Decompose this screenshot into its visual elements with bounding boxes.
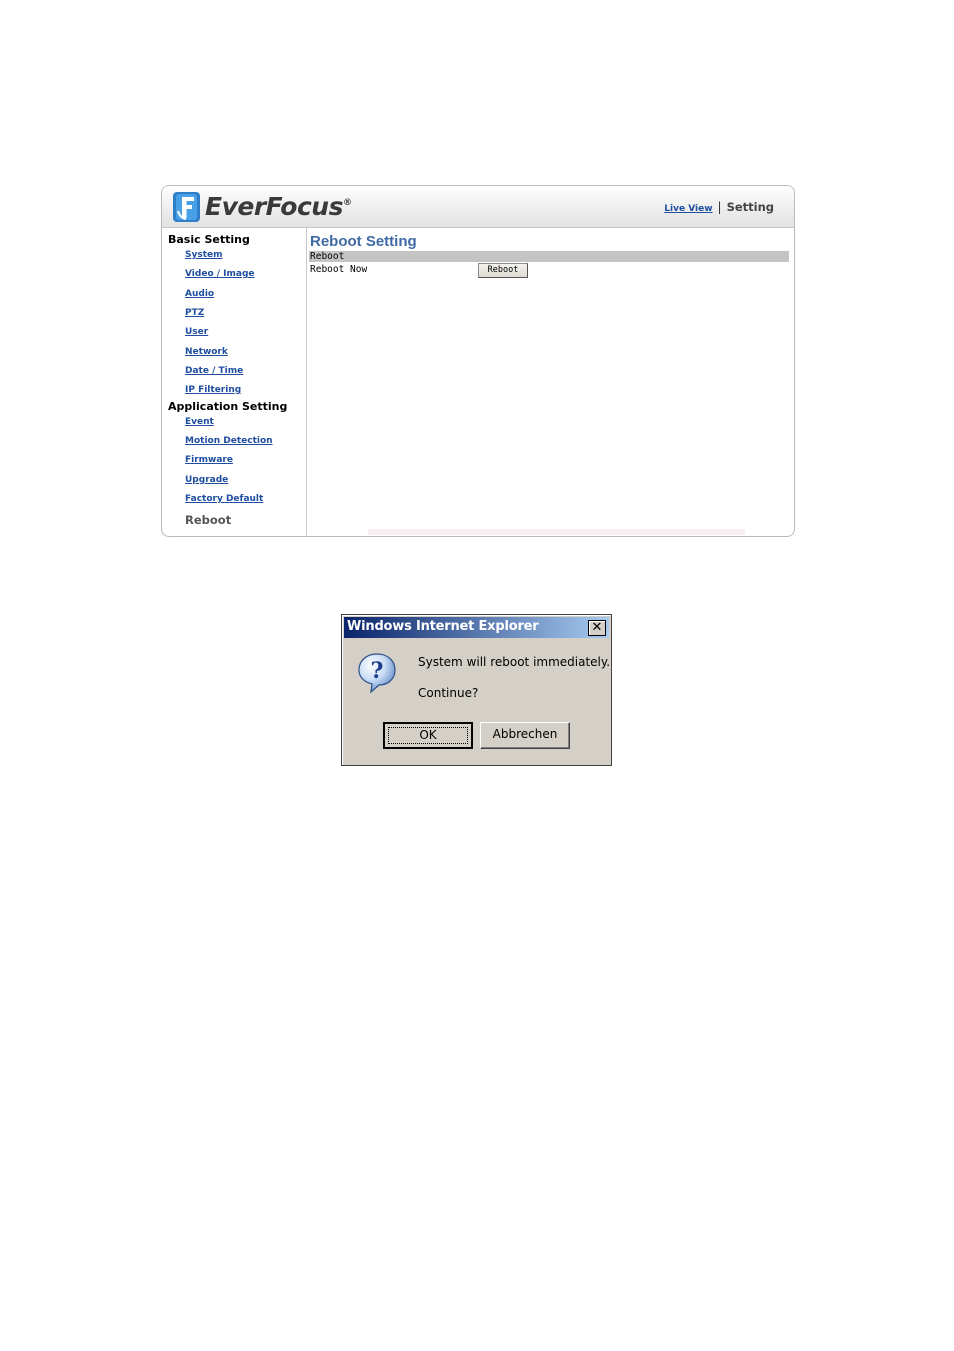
ok-button[interactable]: OK: [383, 722, 473, 749]
nav-separator: |: [717, 200, 722, 214]
main-content: Reboot Setting Reboot Reboot Now Reboot: [308, 228, 794, 536]
sidebar-item-network[interactable]: Network: [185, 347, 228, 357]
dialog-title: Windows Internet Explorer: [347, 619, 539, 634]
cancel-button[interactable]: Abbrechen: [480, 722, 570, 749]
sidebar-item-date-time[interactable]: Date / Time: [185, 366, 243, 376]
sidebar-item-video-image[interactable]: Video / Image: [185, 269, 255, 279]
header-bar: EverFocus® Live View | Setting: [162, 186, 794, 228]
top-nav: Live View | Setting: [664, 200, 774, 214]
sidebar-item-firmware[interactable]: Firmware: [185, 455, 233, 465]
brand-name: EverFocus: [205, 192, 343, 221]
live-view-link[interactable]: Live View: [664, 204, 712, 214]
sidebar-item-ip-filtering[interactable]: IP Filtering: [185, 385, 241, 395]
sidebar-item-ptz[interactable]: PTZ: [185, 308, 204, 318]
sidebar-item-upgrade[interactable]: Upgrade: [185, 475, 228, 485]
reboot-section-header: Reboot: [309, 251, 789, 262]
basic-setting-heading: Basic Setting: [168, 233, 250, 246]
application-setting-heading: Application Setting: [168, 400, 288, 413]
confirm-dialog: Windows Internet Explorer ✕ ? System wil…: [341, 614, 612, 766]
ok-button-label: OK: [388, 727, 468, 744]
sidebar-item-motion-detection[interactable]: Motion Detection: [185, 436, 273, 446]
svg-text:?: ?: [371, 658, 384, 684]
close-icon[interactable]: ✕: [588, 620, 606, 636]
dialog-message: System will reboot immediately.: [418, 655, 611, 669]
settings-panel: EverFocus® Live View | Setting Basic Setti…: [161, 185, 795, 537]
setting-current-label: Setting: [726, 200, 774, 214]
sidebar-item-audio[interactable]: Audio: [185, 289, 214, 299]
sidebar-item-event[interactable]: Event: [185, 417, 214, 427]
horizontal-scrollbar[interactable]: [368, 529, 745, 535]
sidebar: Basic Setting System Video / Image Audio…: [162, 228, 307, 536]
sidebar-item-user[interactable]: User: [185, 327, 208, 337]
registered-mark: ®: [342, 198, 352, 208]
sidebar-item-factory-default[interactable]: Factory Default: [185, 494, 263, 504]
sidebar-item-reboot-current: Reboot: [185, 513, 232, 527]
sidebar-item-system[interactable]: System: [185, 250, 223, 260]
reboot-now-label: Reboot Now: [310, 264, 368, 275]
reboot-button[interactable]: Reboot: [478, 263, 528, 278]
question-icon: ?: [358, 653, 396, 694]
dialog-question: Continue?: [418, 686, 479, 700]
dialog-titlebar[interactable]: Windows Internet Explorer ✕: [344, 617, 609, 638]
page-title: Reboot Setting: [310, 233, 417, 250]
everfocus-logo-icon: [173, 192, 200, 222]
